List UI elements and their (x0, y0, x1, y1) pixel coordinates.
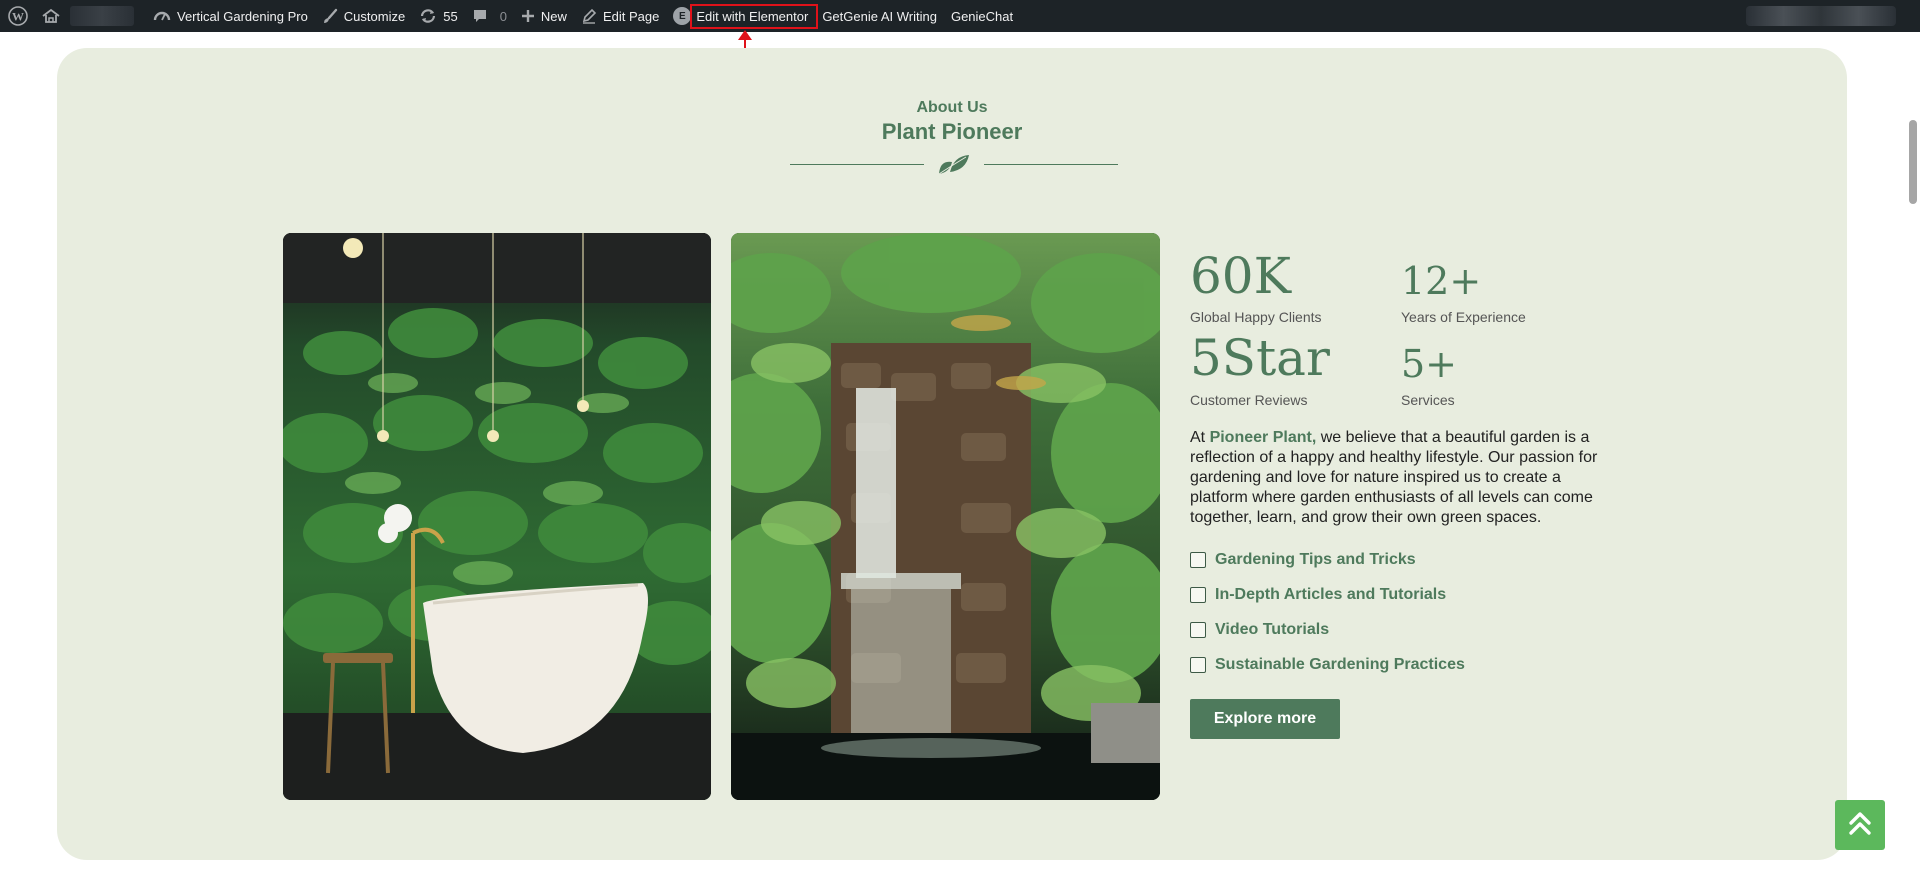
site-name-link[interactable]: Vertical Gardening Pro (146, 0, 315, 32)
waterfall-fern-wall-image (731, 233, 1160, 800)
blurred-site-name (70, 6, 134, 26)
feature-item[interactable]: In-Depth Articles and Tutorials (1190, 586, 1446, 604)
new-content-link[interactable]: New (514, 0, 574, 32)
stat-label-services: Services (1401, 392, 1455, 408)
stat-label-clients: Global Happy Clients (1190, 309, 1322, 325)
svg-text:W: W (12, 10, 24, 24)
feature-item[interactable]: Sustainable Gardening Practices (1190, 656, 1465, 674)
customize-link[interactable]: Customize (315, 0, 412, 32)
stat-value-experience: 12+ (1401, 259, 1482, 303)
user-account-blurred[interactable] (1746, 6, 1896, 26)
stat-value-services: 5+ (1401, 342, 1458, 386)
description-prefix: At (1190, 429, 1210, 446)
site-home-icon (42, 8, 60, 24)
double-chevron-up-icon (1848, 809, 1872, 842)
checkbox-icon[interactable] (1190, 552, 1206, 568)
customize-label: Customize (343, 8, 406, 24)
back-to-top-button[interactable] (1835, 800, 1885, 850)
explore-more-button[interactable]: Explore more (1190, 699, 1340, 739)
getgenie-label: GetGenie AI Writing (822, 8, 937, 24)
checkbox-icon[interactable] (1190, 657, 1206, 673)
divider-line-left (790, 164, 924, 165)
annotation-highlight-box (690, 4, 818, 29)
brand-name: Pioneer Plant, (1209, 429, 1317, 446)
feature-label: In-Depth Articles and Tutorials (1215, 586, 1447, 603)
geniechat-link[interactable]: GenieChat (944, 0, 1020, 32)
stat-value-clients: 60K (1190, 247, 1291, 305)
plus-icon (521, 9, 535, 23)
pencil-icon (581, 8, 597, 24)
new-label: New (540, 8, 567, 24)
stat-label-reviews: Customer Reviews (1190, 392, 1308, 408)
title-divider (790, 152, 1118, 178)
about-description: At Pioneer Plant, we believe that a beau… (1190, 428, 1610, 528)
page-scrollbar[interactable] (1905, 32, 1920, 871)
stat-label-experience: Years of Experience (1401, 309, 1526, 325)
getgenie-link[interactable]: GetGenie AI Writing (815, 0, 944, 32)
comments-count: 0 (499, 8, 507, 24)
comment-icon (472, 8, 488, 24)
feature-label: Video Tutorials (1215, 621, 1330, 638)
divider-line-right (984, 164, 1118, 165)
edit-page-label: Edit Page (602, 8, 660, 24)
updates-count: 55 (443, 8, 458, 24)
feature-label: Gardening Tips and Tricks (1215, 551, 1416, 568)
site-menu[interactable] (36, 0, 146, 32)
paintbrush-icon (322, 8, 338, 24)
checkbox-icon[interactable] (1190, 587, 1206, 603)
leaf-icon (936, 152, 972, 181)
admin-bar: W Vertical Gardening Pro Customize 55 0 (0, 0, 1920, 32)
updates-link[interactable]: 55 (412, 0, 464, 32)
bathroom-living-wall-image (283, 233, 711, 800)
stat-value-reviews: 5Star (1190, 329, 1330, 387)
feature-item[interactable]: Video Tutorials (1190, 621, 1329, 639)
geniechat-label: GenieChat (950, 8, 1014, 24)
dashboard-icon (153, 8, 171, 24)
feature-item[interactable]: Gardening Tips and Tricks (1190, 551, 1416, 569)
section-title: Plant Pioneer (881, 119, 1023, 144)
site-name-label: Vertical Gardening Pro (177, 8, 308, 24)
comments-link[interactable]: 0 (465, 0, 514, 32)
feature-label: Sustainable Gardening Practices (1215, 656, 1465, 673)
section-eyebrow: About Us (916, 99, 988, 116)
checkbox-icon[interactable] (1190, 622, 1206, 638)
elementor-icon: E (673, 7, 692, 25)
refresh-icon (419, 8, 437, 24)
wordpress-logo-icon[interactable]: W (0, 0, 36, 32)
scrollbar-thumb[interactable] (1909, 120, 1917, 204)
edit-page-link[interactable]: Edit Page (574, 0, 666, 32)
